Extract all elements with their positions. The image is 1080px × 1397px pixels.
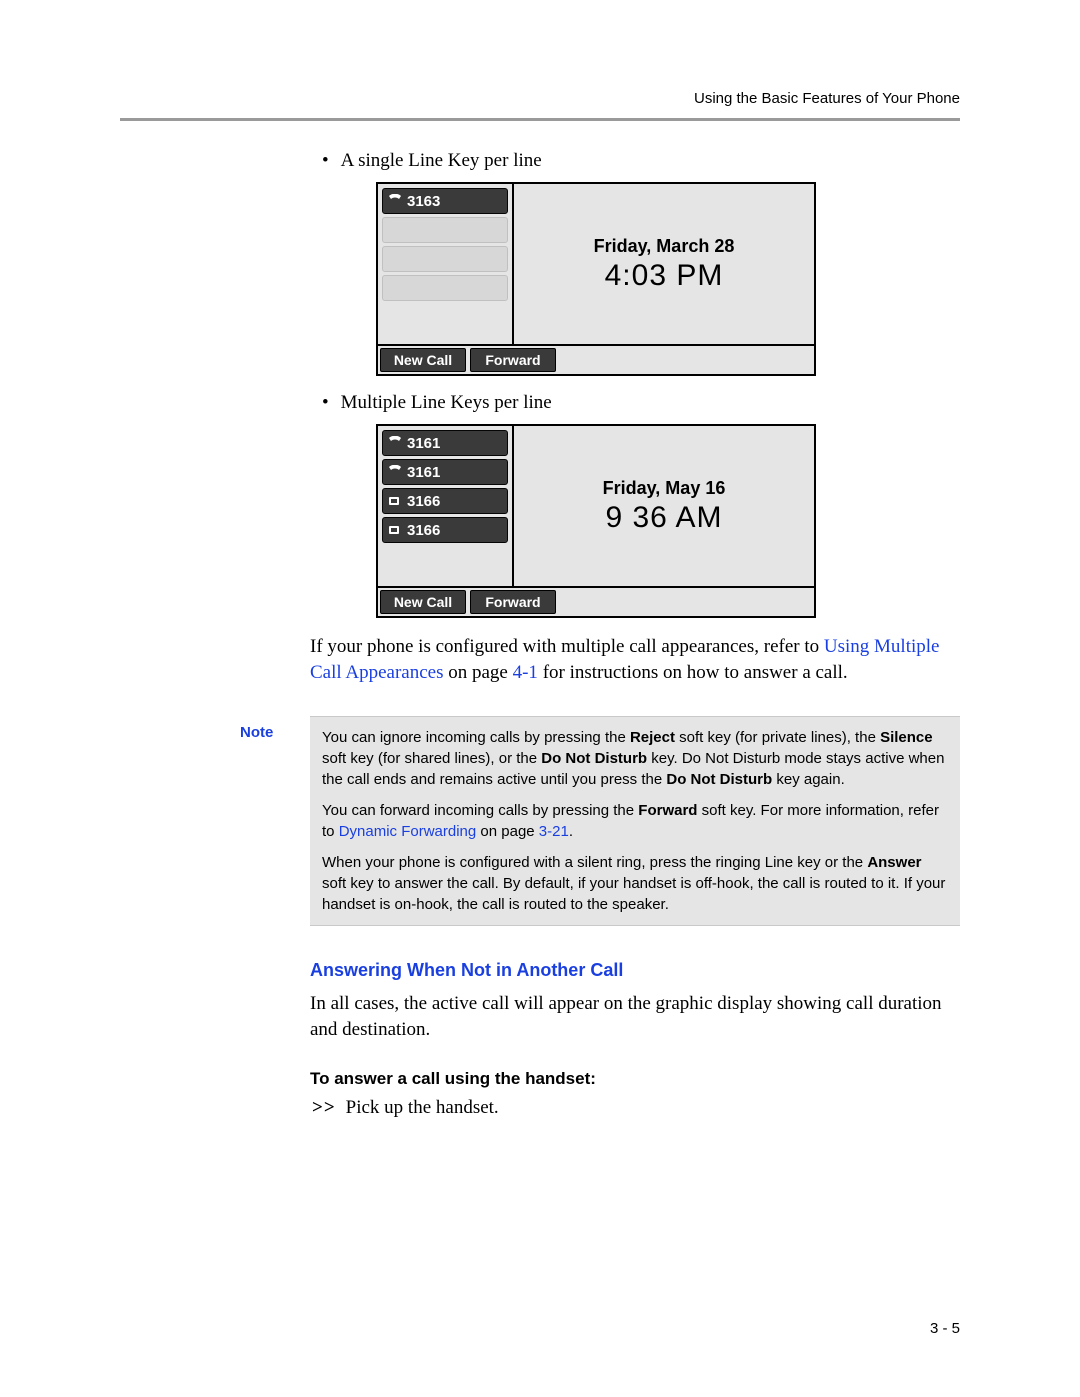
phone-screen-single-line: 3163 Friday, March 28 4:03 PM New Call F… <box>376 182 816 376</box>
phone-screen-multi-line: 3161 3161 3166 <box>376 424 816 618</box>
note-paragraph-3: When your phone is configured with a sil… <box>322 852 948 915</box>
step-text: Pick up the handset. <box>346 1097 499 1119</box>
step-pick-up-handset: >> Pick up the handset. <box>312 1097 960 1119</box>
heading-to-answer-handset: To answer a call using the handset: <box>310 1069 960 1089</box>
page-number: 3 - 5 <box>930 1320 960 1337</box>
note-label: Note <box>240 716 310 926</box>
line-key-1: 3163 <box>382 188 508 214</box>
bullet-icon <box>322 150 329 172</box>
date-display: Friday, March 28 <box>594 236 735 257</box>
note-block: Note You can ignore incoming calls by pr… <box>240 716 960 926</box>
heading-answering-not-in-call: Answering When Not in Another Call <box>310 960 960 981</box>
link-page-4-1[interactable]: 4-1 <box>513 662 538 683</box>
softkey-forward: Forward <box>470 590 556 614</box>
line-key-label: 3166 <box>407 493 440 510</box>
step-bullet-icon: >> <box>312 1097 336 1119</box>
softkey-forward: Forward <box>470 348 556 372</box>
list-item: Multiple Line Keys per line <box>322 392 960 414</box>
note-paragraph-1: You can ignore incoming calls by pressin… <box>322 727 948 790</box>
body-column: A single Line Key per line 3163 <box>310 150 960 1119</box>
document-page: Using the Basic Features of Your Phone A… <box>0 0 1080 1397</box>
date-display: Friday, May 16 <box>603 478 726 499</box>
line-key-4: 3166 <box>382 517 508 543</box>
link-dynamic-forwarding[interactable]: Dynamic Forwarding <box>339 823 477 840</box>
phone-icon <box>387 465 403 479</box>
bullet-text: Multiple Line Keys per line <box>341 392 552 414</box>
line-key-label: 3161 <box>407 464 440 481</box>
time-display: 9 36 AM <box>605 501 722 535</box>
time-display: 4:03 PM <box>605 259 724 293</box>
running-header: Using the Basic Features of Your Phone <box>694 90 960 107</box>
line-key-label: 3161 <box>407 435 440 452</box>
link-page-3-21[interactable]: 3-21 <box>539 823 569 840</box>
phone-icon <box>387 436 403 450</box>
softkey-new-call: New Call <box>380 348 466 372</box>
list-item: A single Line Key per line <box>322 150 960 172</box>
note-body: You can ignore incoming calls by pressin… <box>310 716 960 926</box>
phone-small-icon <box>387 494 403 508</box>
bullet-text: A single Line Key per line <box>341 150 542 172</box>
header-rule <box>120 118 960 121</box>
line-key-label: 3166 <box>407 522 440 539</box>
line-key-2: 3161 <box>382 459 508 485</box>
line-key-label: 3163 <box>407 193 440 210</box>
softkey-new-call: New Call <box>380 590 466 614</box>
line-key-3: 3166 <box>382 488 508 514</box>
note-paragraph-2: You can forward incoming calls by pressi… <box>322 800 948 842</box>
line-key-empty <box>382 217 508 243</box>
bullet-icon <box>322 392 329 414</box>
paragraph-multicall-ref: If your phone is configured with multipl… <box>310 634 960 686</box>
line-key-empty <box>382 246 508 272</box>
line-key-empty <box>382 275 508 301</box>
phone-icon <box>387 194 403 208</box>
paragraph-answer-intro: In all cases, the active call will appea… <box>310 991 960 1043</box>
line-key-1: 3161 <box>382 430 508 456</box>
phone-small-icon <box>387 523 403 537</box>
